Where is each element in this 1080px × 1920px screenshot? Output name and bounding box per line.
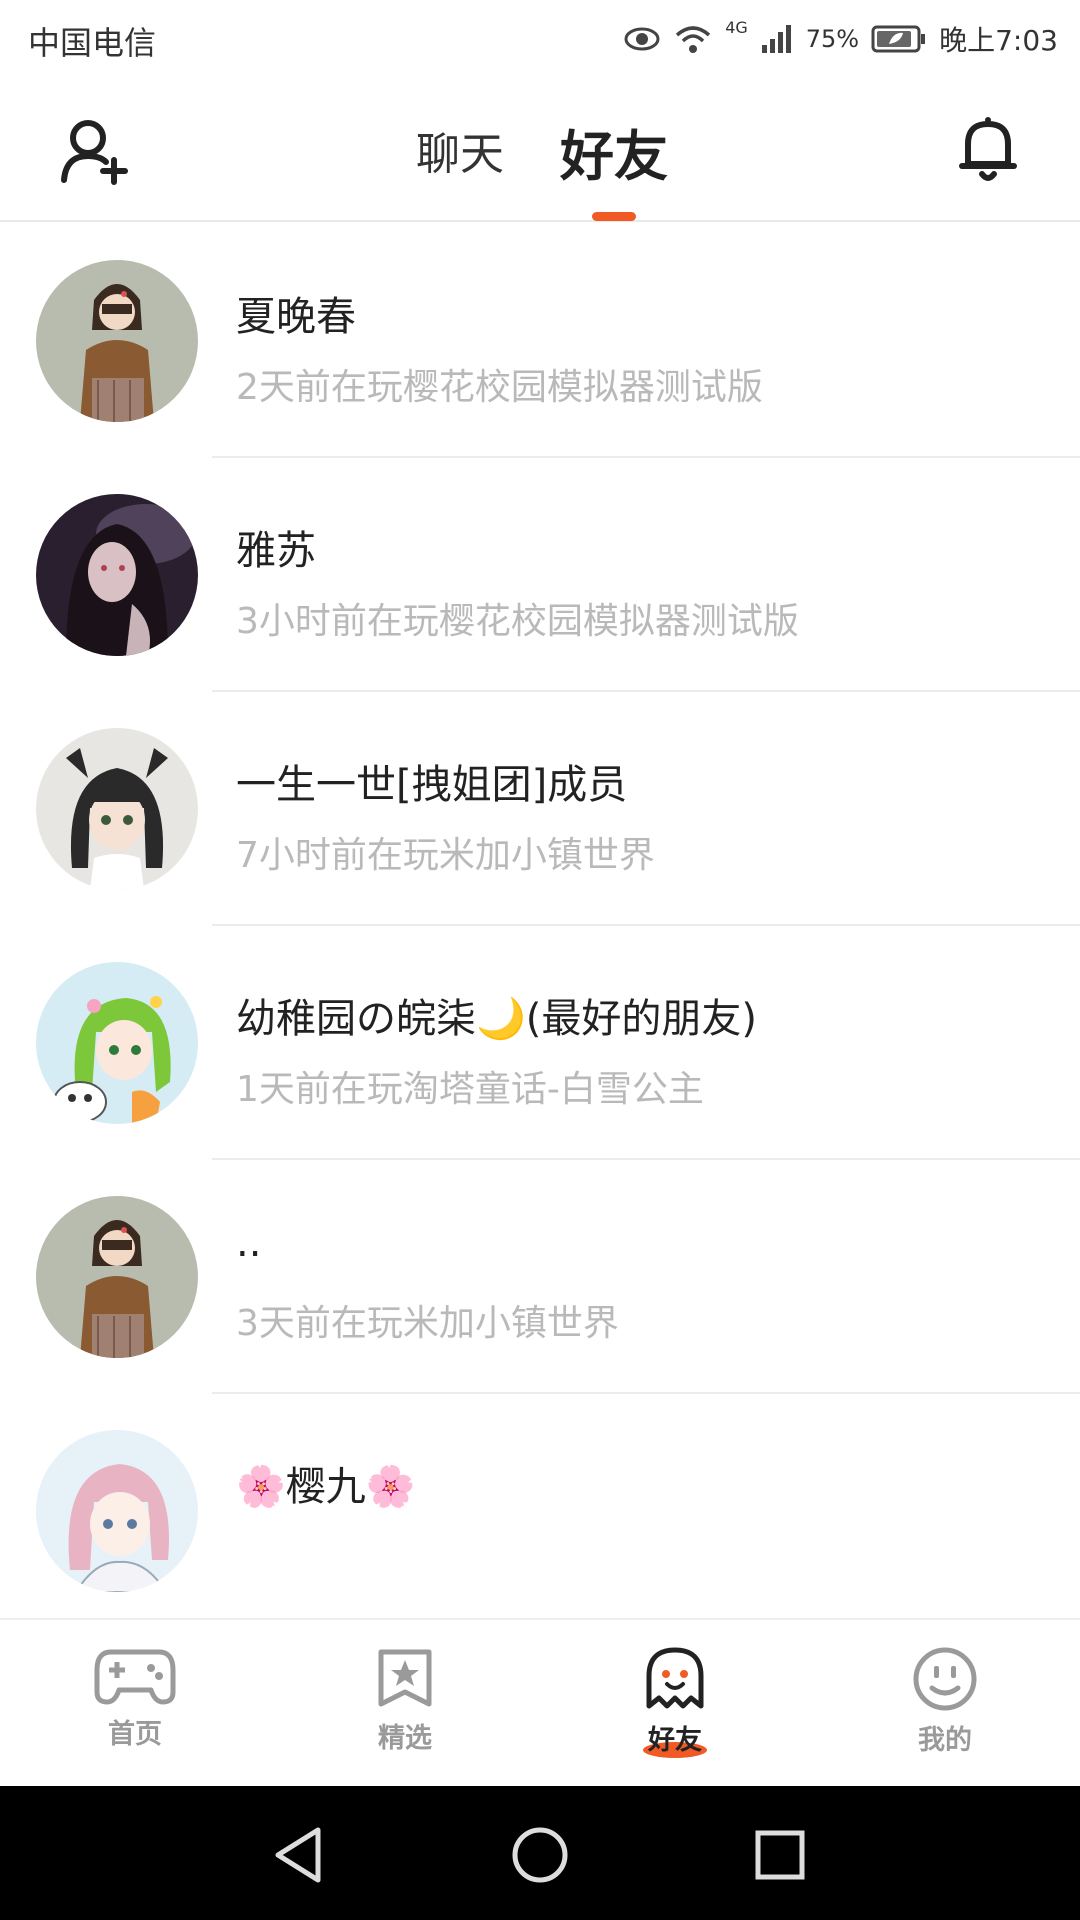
- ghost-icon: [646, 1647, 704, 1709]
- nav-home-label: 首页: [108, 1719, 162, 1750]
- active-tab-indicator: [592, 212, 636, 221]
- friend-status: 3小时前在玩樱花校园模拟器测试版: [236, 601, 799, 642]
- nav-friends-label: 好友: [648, 1725, 702, 1756]
- battery-icon: [871, 24, 927, 54]
- carrier-label: 中国电信: [28, 24, 157, 62]
- back-icon[interactable]: [266, 1820, 336, 1890]
- friend-status: 3天前在玩米加小镇世界: [236, 1303, 619, 1344]
- nav-label: 首页: [75, 1712, 195, 1751]
- smiley-icon: [913, 1647, 977, 1711]
- bell-icon[interactable]: [956, 114, 1020, 184]
- gamepad-icon: [94, 1649, 176, 1705]
- avatar[interactable]: [36, 962, 198, 1124]
- list-item[interactable]: 雅苏 3小时前在玩樱花校园模拟器测试版: [0, 458, 1080, 692]
- avatar[interactable]: [36, 494, 198, 656]
- status-bar: 中国电信 4G 75% 晚上7:03: [0, 0, 1080, 80]
- list-item[interactable]: 夏晚春 2天前在玩樱花校园模拟器测试版: [0, 224, 1080, 458]
- avatar[interactable]: [36, 260, 198, 422]
- nav-label: 精选: [345, 1716, 465, 1755]
- home-icon[interactable]: [505, 1820, 575, 1890]
- friend-list: 夏晚春 2天前在玩樱花校园模拟器测试版 雅苏 3小时前在玩樱花校园模拟器测试版: [0, 224, 1080, 1616]
- friend-name: 幼稚园の皖柒🌙(最好的朋友): [236, 996, 758, 1042]
- status-indicators: 4G 75% 晚上7:03: [623, 14, 1058, 64]
- tab-friends[interactable]: 好友: [560, 112, 668, 191]
- list-item[interactable]: 🌸樱九🌸: [0, 1394, 1080, 1616]
- wifi-icon: [673, 23, 713, 55]
- avatar[interactable]: [36, 728, 198, 890]
- star-bookmark-icon: [378, 1649, 432, 1707]
- tab-chat[interactable]: 聊天: [416, 118, 504, 182]
- clock: 晚上7:03: [939, 24, 1058, 57]
- avatar[interactable]: [36, 1430, 198, 1592]
- friend-name: 夏晚春: [236, 294, 356, 340]
- nav-featured[interactable]: 精选: [345, 1646, 465, 1776]
- bottom-nav: 首页 精选 好友 我的: [0, 1618, 1080, 1786]
- nav-featured-label: 精选: [378, 1723, 432, 1754]
- friend-name: ..: [236, 1220, 262, 1266]
- list-item[interactable]: 一生一世[拽姐团]成员 7小时前在玩米加小镇世界: [0, 692, 1080, 926]
- nav-label: 我的: [885, 1718, 1005, 1757]
- signal-icon: [760, 23, 794, 55]
- friend-status: 7小时前在玩米加小镇世界: [236, 835, 655, 876]
- nav-me-label: 我的: [918, 1725, 972, 1756]
- eye-icon: [623, 24, 661, 54]
- list-item[interactable]: 幼稚园の皖柒🌙(最好的朋友) 1天前在玩淘塔童话-白雪公主: [0, 926, 1080, 1160]
- nav-home[interactable]: 首页: [75, 1646, 195, 1776]
- avatar[interactable]: [36, 1196, 198, 1358]
- friend-status: 1天前在玩淘塔童话-白雪公主: [236, 1069, 704, 1110]
- friend-name: 🌸樱九🌸: [236, 1464, 416, 1510]
- list-item[interactable]: .. 3天前在玩米加小镇世界: [0, 1160, 1080, 1394]
- nav-label: 好友: [615, 1718, 735, 1758]
- recents-icon[interactable]: [745, 1820, 815, 1890]
- top-tabs: 聊天 好友: [0, 80, 1080, 222]
- friend-name: 雅苏: [236, 528, 316, 574]
- header: 聊天 好友: [0, 80, 1080, 222]
- network-type: 4G: [725, 18, 748, 37]
- battery-percent: 75%: [805, 25, 860, 53]
- system-nav-bar: [0, 1786, 1080, 1920]
- friend-status: 2天前在玩樱花校园模拟器测试版: [236, 367, 763, 408]
- nav-friends[interactable]: 好友: [615, 1646, 735, 1776]
- friend-name: 一生一世[拽姐团]成员: [236, 762, 628, 808]
- nav-me[interactable]: 我的: [885, 1646, 1005, 1776]
